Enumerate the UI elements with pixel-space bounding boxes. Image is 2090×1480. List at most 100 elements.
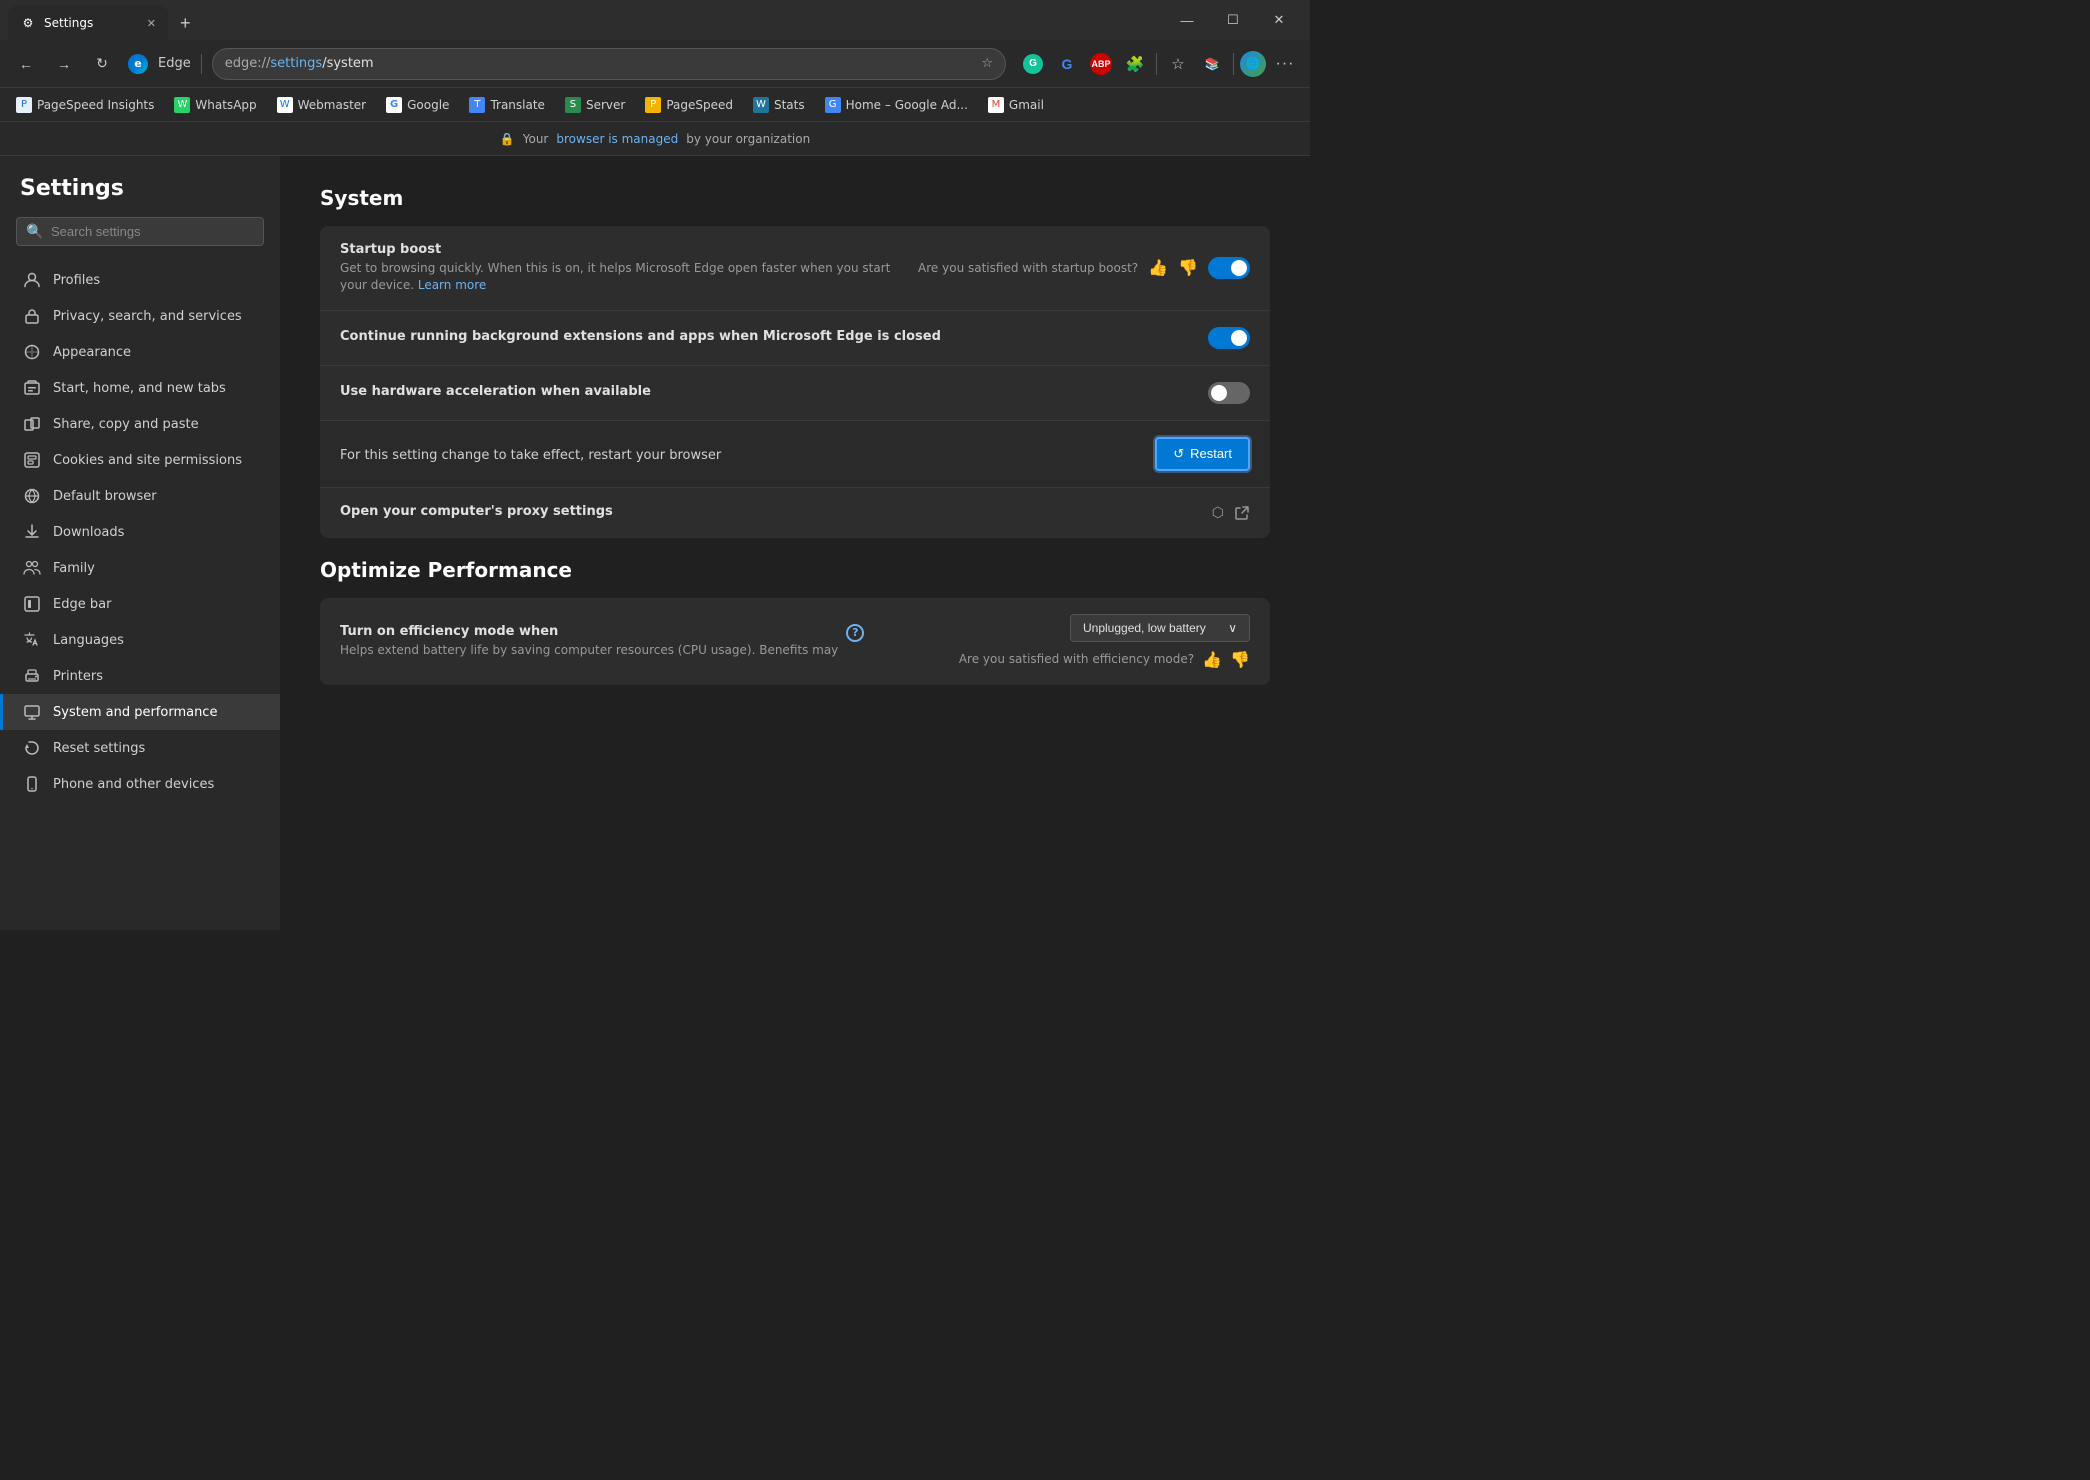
startup-boost-desc: Get to browsing quickly. When this is on… (340, 260, 906, 294)
efficiency-mode-value: Unplugged, low battery (1083, 621, 1206, 635)
search-icon: 🔍 (26, 224, 43, 240)
maximize-button[interactable]: ☐ (1210, 3, 1256, 37)
restart-notice-row: For this setting change to take effect, … (320, 421, 1270, 488)
proxy-settings-row[interactable]: Open your computer's proxy settings ⬡ (320, 488, 1270, 538)
sidebar-item-label-cookies: Cookies and site permissions (53, 453, 242, 468)
sidebar-item-privacy[interactable]: Privacy, search, and services (0, 298, 280, 334)
performance-settings-card: Turn on efficiency mode when Helps exten… (320, 598, 1270, 685)
sidebar-item-start-home[interactable]: Start, home, and new tabs (0, 370, 280, 406)
efficiency-thumbs-down-icon[interactable]: 👎 (1230, 650, 1250, 669)
sidebar-item-label-languages: Languages (53, 633, 124, 648)
sidebar-item-default-browser[interactable]: Default browser (0, 478, 280, 514)
sidebar-item-system[interactable]: System and performance (0, 694, 280, 730)
bookmarks-bar: P PageSpeed Insights W WhatsApp W Webmas… (0, 88, 1310, 122)
bookmark-webmaster[interactable]: W Webmaster (269, 94, 374, 116)
bookmark-stats[interactable]: W Stats (745, 94, 813, 116)
bookmark-pagespeed2[interactable]: P PageSpeed (637, 94, 741, 116)
bookmark-server[interactable]: S Server (557, 94, 633, 116)
sidebar-item-label-downloads: Downloads (53, 525, 124, 540)
google-extension-button[interactable]: G (1052, 49, 1082, 79)
managed-notice-bar: 🔒 Your browser is managed by your organi… (0, 122, 1310, 156)
sidebar-item-downloads[interactable]: Downloads (0, 514, 280, 550)
toggle-thumb (1231, 260, 1247, 276)
favorites-icon[interactable]: ☆ (981, 56, 993, 71)
sidebar-item-label-reset: Reset settings (53, 741, 145, 756)
efficiency-thumbs-up-icon[interactable]: 👍 (1202, 650, 1222, 669)
toggle-thumb-bg (1231, 330, 1247, 346)
settings-tab[interactable]: ⚙ Settings ✕ (8, 6, 168, 40)
sidebar-item-family[interactable]: Family (0, 550, 280, 586)
sidebar-item-profiles[interactable]: Profiles (0, 262, 280, 298)
profile-avatar[interactable]: 🌐 (1240, 51, 1266, 77)
bookmark-google[interactable]: G Google (378, 94, 457, 116)
cookies-icon (23, 451, 41, 469)
back-button[interactable]: ← (10, 48, 42, 80)
tab-label: Settings (44, 16, 93, 30)
managed-text-before: Your (523, 132, 549, 146)
search-input[interactable] (16, 217, 264, 246)
sidebar-item-phone[interactable]: Phone and other devices (0, 766, 280, 802)
efficiency-thumbs-area: Are you satisfied with efficiency mode? … (959, 650, 1250, 669)
hardware-acceleration-toggle[interactable] (1208, 382, 1250, 404)
efficiency-satisfied-label: Are you satisfied with efficiency mode? (959, 652, 1194, 666)
extensions-button[interactable]: 🧩 (1120, 49, 1150, 79)
default-browser-icon (23, 487, 41, 505)
languages-icon (23, 631, 41, 649)
bookmark-favicon-server: S (565, 97, 581, 113)
system-settings-card: Startup boost Get to browsing quickly. W… (320, 226, 1270, 538)
close-button[interactable]: ✕ (1256, 3, 1302, 37)
bookmark-pagespeed[interactable]: P PageSpeed Insights (8, 94, 162, 116)
startup-boost-learn-more[interactable]: Learn more (418, 278, 486, 292)
bookmark-label-server: Server (586, 98, 625, 112)
adblock-button[interactable]: ABP (1086, 49, 1116, 79)
tab-close-button[interactable]: ✕ (147, 17, 156, 30)
refresh-button[interactable]: ↻ (86, 48, 118, 80)
sidebar-item-appearance[interactable]: Appearance (0, 334, 280, 370)
bookmark-favicon-translate: T (469, 97, 485, 113)
bookmark-label-gmail: Gmail (1009, 98, 1044, 112)
browser-menu-button[interactable]: ··· (1270, 49, 1300, 79)
efficiency-mode-dropdown[interactable]: Unplugged, low battery ∨ (1070, 614, 1250, 642)
restart-button[interactable]: ↺ Restart (1155, 437, 1250, 471)
sidebar-item-reset[interactable]: Reset settings (0, 730, 280, 766)
sidebar-item-share-copy[interactable]: Share, copy and paste (0, 406, 280, 442)
bookmark-whatsapp[interactable]: W WhatsApp (166, 94, 264, 116)
managed-text-after: by your organization (686, 132, 810, 146)
efficiency-info-icon[interactable]: ? (846, 624, 864, 642)
forward-button[interactable]: → (48, 48, 80, 80)
external-link-icon: ⬡ (1212, 505, 1224, 521)
share-copy-icon (23, 415, 41, 433)
thumbs-up-icon[interactable]: 👍 (1148, 258, 1168, 277)
bookmark-gmail[interactable]: M Gmail (980, 94, 1052, 116)
search-box: 🔍 (16, 217, 264, 246)
sidebar-item-cookies[interactable]: Cookies and site permissions (0, 442, 280, 478)
sidebar-title: Settings (0, 176, 280, 217)
minimize-button[interactable]: — (1164, 3, 1210, 37)
background-running-toggle[interactable] (1208, 327, 1250, 349)
startup-boost-right: Are you satisfied with startup boost? 👍 … (918, 257, 1250, 279)
bookmark-translate[interactable]: T Translate (461, 94, 553, 116)
profiles-icon (23, 271, 41, 289)
new-tab-button[interactable]: + (172, 6, 199, 40)
bookmark-home-ads[interactable]: G Home – Google Ad... (817, 94, 976, 116)
restart-notice-content: For this setting change to take effect, … (340, 444, 1143, 463)
navbar: ← → ↻ e Edge edge://settings/system ☆ G … (0, 40, 1310, 88)
managed-link[interactable]: browser is managed (556, 132, 678, 146)
address-icons: ☆ (981, 56, 993, 71)
address-bar[interactable]: edge://settings/system ☆ (212, 48, 1006, 80)
downloads-icon (23, 523, 41, 541)
efficiency-mode-right: Unplugged, low battery ∨ Are you satisfi… (959, 614, 1250, 669)
bookmark-favicon-home-ads: G (825, 97, 841, 113)
sidebar-item-label-printers: Printers (53, 669, 103, 684)
printers-icon (23, 667, 41, 685)
sidebar-item-printers[interactable]: Printers (0, 658, 280, 694)
grammarly-extension-button[interactable]: G (1018, 49, 1048, 79)
collections-button[interactable]: 📚 (1197, 49, 1227, 79)
thumbs-down-icon[interactable]: 👎 (1178, 258, 1198, 277)
bookmark-favicon-webmaster: W (277, 97, 293, 113)
sidebar-item-edge-bar[interactable]: Edge bar (0, 586, 280, 622)
favorites-button[interactable]: ☆ (1163, 49, 1193, 79)
sidebar-item-languages[interactable]: Languages (0, 622, 280, 658)
startup-boost-toggle[interactable] (1208, 257, 1250, 279)
main-layout: Settings 🔍 Profiles Privacy, search, and… (0, 156, 1310, 930)
